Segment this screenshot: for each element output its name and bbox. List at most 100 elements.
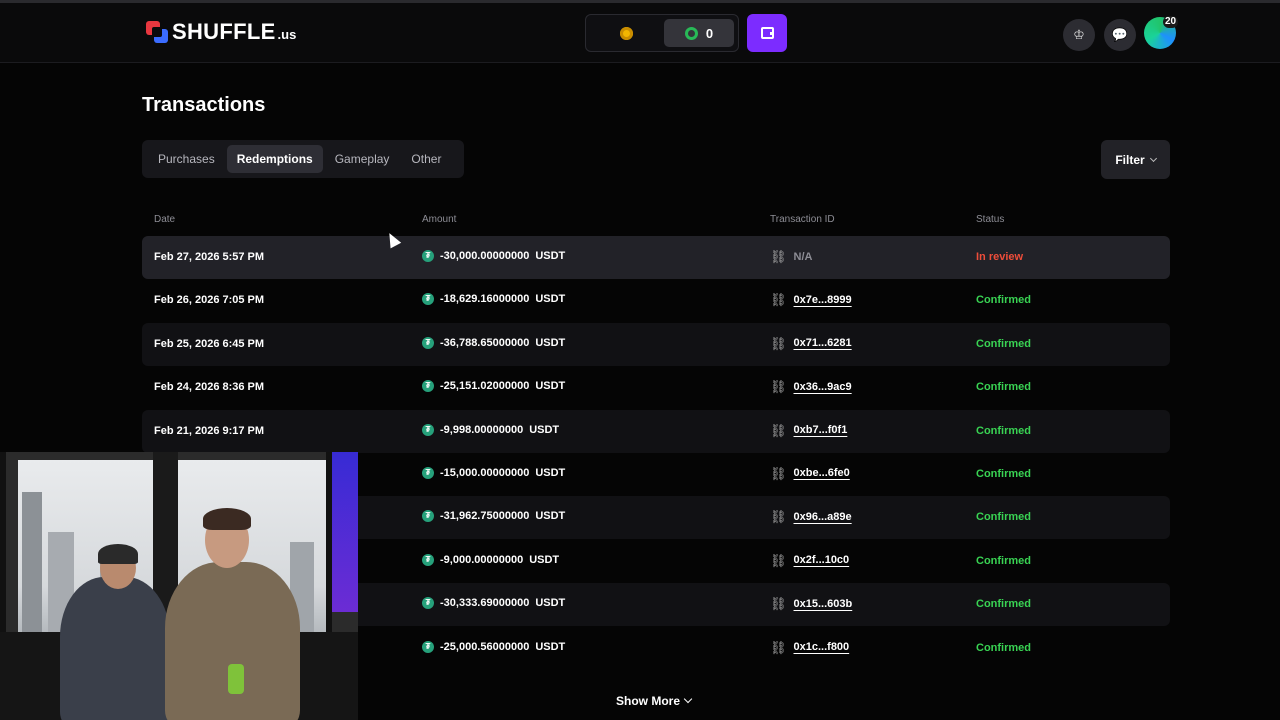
vip-crown-button[interactable]: ♔	[1063, 19, 1095, 51]
status-badge: Confirmed	[976, 467, 1031, 480]
person-left	[60, 577, 170, 720]
tether-icon: ₮	[422, 250, 434, 262]
column-date: Date	[154, 214, 176, 225]
status-badge: In review	[976, 251, 1024, 263]
link-icon: ⛓	[770, 596, 787, 612]
tab-redemptions[interactable]: Redemptions	[226, 145, 323, 173]
table-row[interactable]: Feb 24, 2026 8:36 PM ₮ -25,151.02000000 US…	[142, 366, 1170, 409]
tx-link[interactable]: 0xb7...f0f1	[794, 424, 848, 436]
tx-link[interactable]: 0xbe...6fe0	[794, 467, 850, 479]
chat-icon: 💬	[1111, 27, 1129, 42]
row-amount: ₮ -31,962.75000000 USDT	[422, 510, 565, 523]
tether-icon: ₮	[422, 466, 434, 479]
tx-link[interactable]: 0x71...6281	[794, 337, 852, 349]
row-transaction-id: ⛓ 0x15...603b	[770, 597, 852, 610]
row-transaction-id: ⛓ 0x36...9ac9	[770, 380, 852, 393]
filter-button[interactable]: Filter	[1101, 140, 1170, 179]
tether-icon: ₮	[422, 640, 434, 653]
tab-purchases[interactable]: Purchases	[148, 145, 225, 173]
tether-icon: ₮	[422, 597, 434, 610]
tether-icon: ₮	[422, 293, 434, 306]
show-more-button[interactable]: Show More	[616, 694, 693, 708]
wallet-button[interactable]	[747, 14, 787, 52]
status-badge: Confirmed	[976, 598, 1031, 611]
neon-light	[332, 452, 358, 612]
link-icon: ⛓	[770, 465, 787, 481]
row-amount: ₮ -9,998.00000000 USDT	[422, 423, 559, 436]
chevron-down-icon	[683, 694, 693, 704]
tether-icon: ₮	[422, 423, 434, 436]
logo-tld: .us	[277, 27, 297, 42]
table-row[interactable]: Feb 26, 2026 7:05 PM ₮ -18,629.16000000 US…	[142, 279, 1170, 322]
tx-link[interactable]: 0x7e...8999	[794, 294, 852, 306]
row-amount: ₮ -25,000.56000000 USDT	[422, 640, 565, 653]
column-amount: Amount	[422, 214, 457, 225]
link-icon: ⛓	[770, 639, 787, 655]
link-icon: ⛓	[770, 292, 787, 308]
link-icon: ⛓	[770, 249, 787, 264]
tx-link[interactable]: 0x1c...f800	[794, 641, 850, 653]
balance-value: 0	[705, 25, 714, 41]
row-date: Feb 26, 2026 7:05 PM	[154, 294, 265, 307]
tx-link[interactable]: 0x15...603b	[794, 598, 853, 610]
logo-mark-icon	[146, 21, 168, 43]
crown-icon: ♔	[1073, 27, 1085, 42]
table-row[interactable]: Feb 25, 2026 6:45 PM ₮ -36,788.65000000 US…	[142, 322, 1170, 366]
row-amount: ₮ -30,000.00000000 USDT	[422, 250, 565, 262]
tab-gameplay[interactable]: Gameplay	[325, 145, 400, 173]
row-amount: ₮ -25,151.02000000 USDT	[422, 380, 565, 393]
tx-link[interactable]: 0x2f...10c0	[794, 554, 850, 566]
chat-button[interactable]: 💬	[1104, 19, 1136, 51]
status-badge: Confirmed	[976, 381, 1031, 394]
row-transaction-id: ⛓ 0x7e...8999	[770, 293, 852, 306]
link-icon: ⛓	[770, 379, 787, 395]
tether-icon: ₮	[422, 380, 434, 393]
link-icon: ⛓	[770, 335, 787, 351]
column-transaction-id: Transaction ID	[770, 214, 835, 225]
logo-text: SHUFFLE	[172, 19, 276, 44]
table-row[interactable]: Feb 27, 2026 5:57 PM ₮ -30,000.00000000 US…	[142, 236, 1170, 279]
row-transaction-id: ⛓ 0x71...6281	[770, 337, 852, 350]
link-icon: ⛓	[770, 509, 787, 525]
webcam-overlay	[0, 452, 358, 720]
tab-other[interactable]: Other	[401, 145, 451, 173]
row-transaction-id: ⛓ 0x96...a89e	[770, 510, 852, 523]
status-badge: Confirmed	[976, 337, 1031, 350]
filter-label: Filter	[1115, 152, 1145, 167]
status-badge: Confirmed	[976, 511, 1031, 524]
row-transaction-id: ⛓ 0x2f...10c0	[770, 554, 849, 567]
drink-can	[228, 664, 244, 694]
sweeps-balance-pill[interactable]: 0	[664, 19, 734, 47]
link-icon: ⛓	[770, 552, 787, 568]
row-amount: ₮ -36,788.65000000 USDT	[422, 336, 565, 349]
row-date: Feb 25, 2026 6:45 PM	[154, 337, 265, 350]
show-more-label: Show More	[616, 694, 681, 708]
gold-coin-icon[interactable]	[620, 27, 633, 40]
tether-icon: ₮	[422, 336, 434, 349]
balance-selector[interactable]: 0	[585, 14, 739, 52]
status-badge: Confirmed	[976, 641, 1031, 654]
page-title: Transactions	[142, 94, 266, 116]
row-date: Feb 24, 2026 8:36 PM	[154, 381, 265, 394]
status-badge: Confirmed	[976, 294, 1031, 307]
transaction-tabs: Purchases Redemptions Gameplay Other	[142, 140, 464, 178]
top-navbar: SHUFFLE .us 0 ♔ 💬 20	[0, 3, 1280, 63]
tx-link[interactable]: 0x96...a89e	[794, 511, 852, 523]
row-date: Feb 27, 2026 5:57 PM	[154, 251, 265, 263]
table-header: Date Amount Transaction ID Status	[142, 212, 1170, 228]
wallet-icon	[760, 27, 774, 39]
notification-badge: 20	[1163, 16, 1179, 28]
status-badge: Confirmed	[976, 424, 1031, 437]
chevron-down-icon	[1149, 154, 1157, 162]
shuffle-logo[interactable]: SHUFFLE .us	[146, 21, 296, 43]
tx-link[interactable]: 0x36...9ac9	[794, 381, 852, 393]
row-amount: ₮ -15,000.00000000 USDT	[422, 466, 565, 479]
row-transaction-id: ⛓ 0x1c...f800	[770, 641, 849, 654]
table-row[interactable]: Feb 21, 2026 9:17 PM ₮ -9,998.00000000 USD…	[142, 409, 1170, 453]
person-right	[165, 562, 300, 720]
row-transaction-id: ⛓ 0xbe...6fe0	[770, 467, 850, 480]
row-transaction-id: ⛓ N/A	[770, 249, 813, 264]
column-status: Status	[976, 214, 1005, 225]
tether-icon: ₮	[422, 553, 434, 566]
tether-icon: ₮	[422, 510, 434, 523]
